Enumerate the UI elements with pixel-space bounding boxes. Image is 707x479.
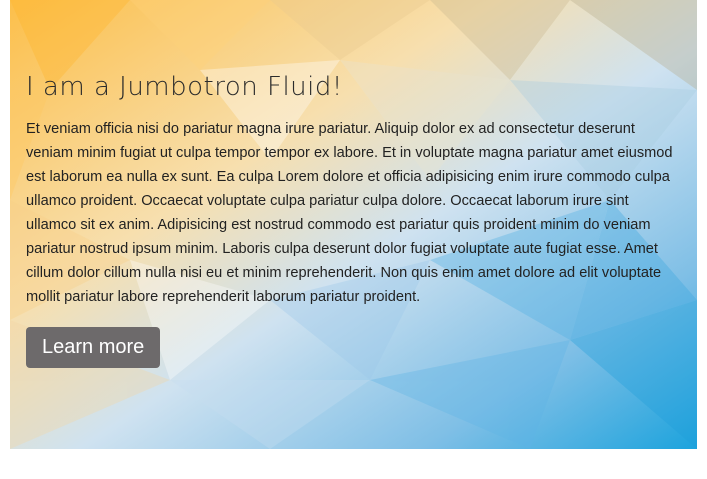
jumbotron-heading: I am a Jumbotron Fluid! bbox=[26, 72, 343, 102]
jumbotron-body-text: Et veniam officia nisi do pariatur magna… bbox=[26, 121, 673, 305]
learn-more-button[interactable]: Learn more bbox=[26, 327, 161, 368]
jumbotron: I am a Jumbotron Fluid! Et veniam offici… bbox=[10, 0, 697, 449]
jumbotron-content: I am a Jumbotron Fluid! Et veniam offici… bbox=[26, 68, 678, 368]
